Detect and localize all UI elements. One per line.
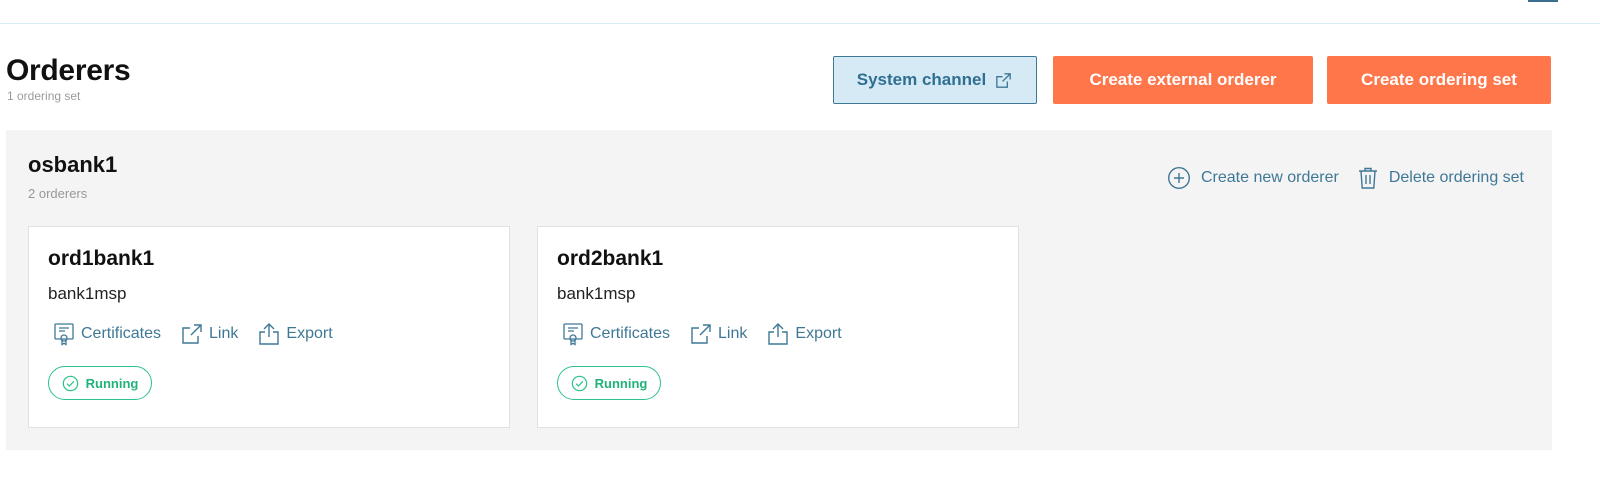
orderer-name: ord1bank1 bbox=[48, 247, 155, 270]
trash-icon bbox=[1357, 166, 1379, 190]
external-link-icon bbox=[690, 323, 712, 345]
export-label: Export bbox=[795, 325, 842, 342]
export-button[interactable]: Export bbox=[258, 322, 333, 346]
certificates-label: Certificates bbox=[81, 325, 162, 342]
top-bar bbox=[0, 0, 1600, 24]
link-button[interactable]: Link bbox=[181, 323, 238, 345]
menu-icon[interactable] bbox=[1528, 0, 1558, 2]
orderer-count: 2 orderers bbox=[28, 186, 88, 201]
external-link-icon bbox=[994, 71, 1013, 90]
ordering-set-actions: Create new orderer Delete ordering set bbox=[1167, 166, 1524, 190]
orderer-msp: bank1msp bbox=[48, 284, 127, 303]
orderer-actions: Certificates Link Export bbox=[562, 322, 842, 346]
link-label: Link bbox=[718, 325, 748, 342]
export-icon bbox=[258, 322, 280, 346]
create-external-orderer-label: Create external orderer bbox=[1089, 70, 1277, 89]
create-new-orderer-button[interactable]: Create new orderer bbox=[1167, 166, 1339, 190]
certificate-icon bbox=[562, 322, 584, 346]
page-subtitle: 1 ordering set bbox=[7, 89, 81, 103]
delete-ordering-set-button[interactable]: Delete ordering set bbox=[1357, 166, 1524, 190]
certificates-button[interactable]: Certificates bbox=[53, 322, 161, 346]
orderer-card: ord1bank1 bank1msp Certificates Link Exp… bbox=[28, 226, 510, 428]
create-new-orderer-label: Create new orderer bbox=[1200, 169, 1339, 186]
status-label: Running bbox=[85, 375, 139, 391]
link-label: Link bbox=[209, 325, 239, 342]
system-channel-label: System channel bbox=[856, 70, 987, 89]
external-link-icon bbox=[181, 323, 203, 345]
ordering-set-name: osbank1 bbox=[28, 152, 118, 177]
status-label: Running bbox=[594, 375, 648, 391]
check-circle-icon bbox=[571, 375, 588, 392]
orderer-card: ord2bank1 bank1msp Certificates Link Exp… bbox=[537, 226, 1019, 428]
create-ordering-set-label: Create ordering set bbox=[1361, 70, 1517, 89]
orderer-msp: bank1msp bbox=[557, 284, 636, 303]
page-title: Orderers bbox=[6, 54, 131, 87]
export-label: Export bbox=[286, 325, 333, 342]
system-channel-button[interactable]: System channel bbox=[833, 56, 1037, 104]
create-external-orderer-button[interactable]: Create external orderer bbox=[1053, 56, 1313, 104]
status-badge: Running bbox=[557, 366, 661, 400]
export-icon bbox=[767, 322, 789, 346]
create-ordering-set-button[interactable]: Create ordering set bbox=[1327, 56, 1551, 104]
export-button[interactable]: Export bbox=[767, 322, 842, 346]
ordering-set-panel: osbank1 2 orderers Create new orderer De… bbox=[6, 130, 1552, 450]
certificate-icon bbox=[53, 322, 75, 346]
check-circle-icon bbox=[62, 375, 79, 392]
orderer-name: ord2bank1 bbox=[557, 247, 664, 270]
delete-ordering-set-label: Delete ordering set bbox=[1388, 169, 1524, 186]
plus-circle-icon bbox=[1167, 166, 1191, 190]
certificates-button[interactable]: Certificates bbox=[562, 322, 670, 346]
status-badge: Running bbox=[48, 366, 152, 400]
orderer-actions: Certificates Link Export bbox=[53, 322, 333, 346]
page-header: Orderers 1 ordering set System channel C… bbox=[6, 54, 1594, 110]
certificates-label: Certificates bbox=[590, 325, 671, 342]
link-button[interactable]: Link bbox=[690, 323, 747, 345]
